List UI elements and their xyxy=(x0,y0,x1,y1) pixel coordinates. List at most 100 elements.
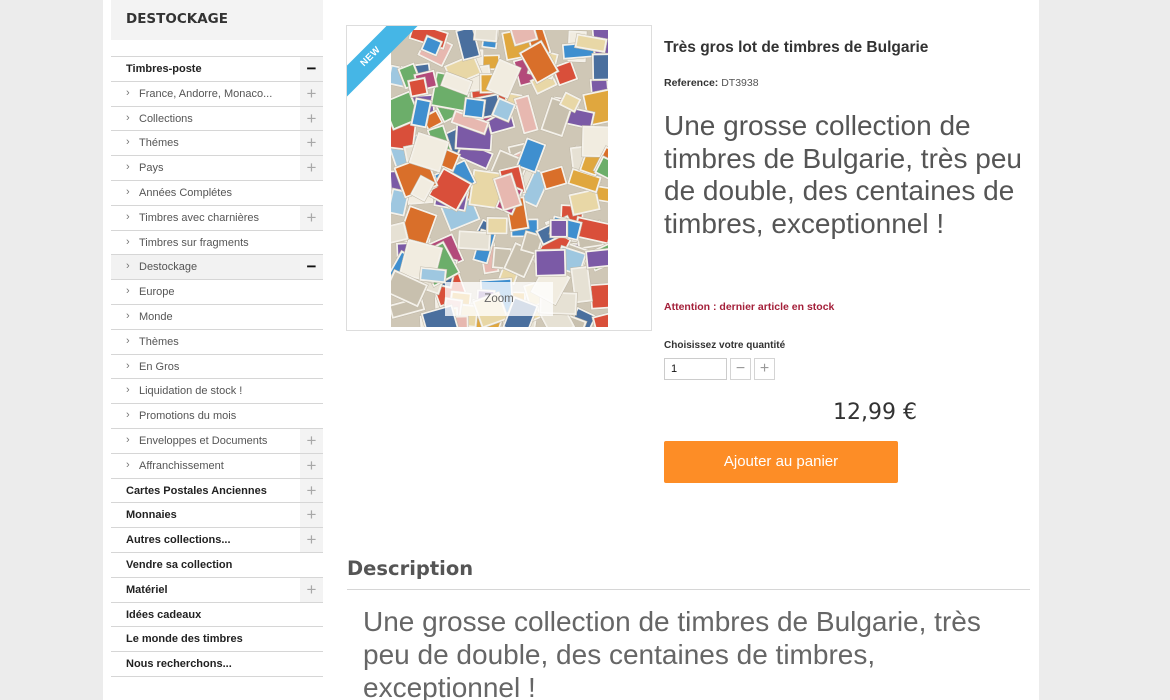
sidebar-item[interactable]: Idées cadeaux xyxy=(111,603,323,628)
sidebar-item[interactable]: › France, Andorre, Monaco... + xyxy=(111,81,323,107)
product-title: Très gros lot de timbres de Bulgarie xyxy=(664,39,929,56)
chevron-right-icon: › xyxy=(126,86,130,99)
sidebar-item-label: Affranchissement xyxy=(139,459,224,472)
category-menu: Timbres-poste − › France, Andorre, Monaco..… xyxy=(111,56,323,677)
sidebar-item-label: Idées cadeaux xyxy=(126,608,202,621)
stock-warning: Attention : dernier article en stock xyxy=(664,301,835,313)
sidebar-item[interactable]: Autres collections... + xyxy=(111,528,323,553)
description-heading: Description xyxy=(347,557,474,580)
expand-icon[interactable]: + xyxy=(300,453,323,478)
expand-icon[interactable]: + xyxy=(300,81,323,106)
expand-icon[interactable]: + xyxy=(300,503,323,528)
expand-icon[interactable]: + xyxy=(300,428,323,453)
sidebar-item-label: Autres collections... xyxy=(126,534,231,547)
sidebar-item-label: Enveloppes et Documents xyxy=(139,434,268,447)
chevron-right-icon: › xyxy=(126,260,130,273)
sidebar-item[interactable]: › Europe xyxy=(111,280,323,305)
sidebar-item-label: Destockage xyxy=(139,261,198,274)
chevron-right-icon: › xyxy=(126,136,130,149)
sidebar-item-label: Europe xyxy=(139,286,175,299)
quantity-minus-button[interactable]: − xyxy=(730,358,751,380)
sidebar-item[interactable]: › Promotions du mois xyxy=(111,404,323,429)
sidebar-item[interactable]: › Années Complétes xyxy=(111,181,323,206)
collapse-icon[interactable]: − xyxy=(300,255,323,280)
category-sidebar: DESTOCKAGE Timbres-poste − › France, Andorr… xyxy=(111,0,323,677)
sidebar-item-label: Promotions du mois xyxy=(139,410,237,423)
short-description: Une grosse collection de timbres de Bulg… xyxy=(664,110,1022,239)
product-price: 12,99 € xyxy=(833,400,917,425)
expand-icon[interactable]: + xyxy=(300,205,323,230)
expand-icon[interactable]: + xyxy=(300,478,323,503)
expand-icon[interactable]: + xyxy=(300,577,323,602)
collapse-icon[interactable]: − xyxy=(300,57,323,81)
sidebar-item[interactable]: Nous recherchons... xyxy=(111,652,323,677)
sidebar-item[interactable]: › Timbres sur fragments xyxy=(111,231,323,256)
sidebar-item-label: France, Andorre, Monaco... xyxy=(139,87,273,100)
add-to-cart-button[interactable]: Ajouter au panier xyxy=(664,441,898,483)
reference-value: DT3938 xyxy=(721,77,759,89)
sidebar-item[interactable]: › Thèmes xyxy=(111,330,323,355)
zoom-button[interactable]: Zoom xyxy=(445,282,553,316)
chevron-right-icon: › xyxy=(126,409,130,422)
sidebar-item-label: Liquidation de stock ! xyxy=(139,385,243,398)
sidebar-item[interactable]: › Destockage − xyxy=(111,255,323,281)
sidebar-item[interactable]: › Affranchissement + xyxy=(111,453,323,479)
sidebar-item-label: Thémes xyxy=(139,137,179,150)
chevron-right-icon: › xyxy=(126,235,130,248)
sidebar-item-label: Matériel xyxy=(126,583,168,596)
sidebar-item[interactable]: › Thémes + xyxy=(111,131,323,157)
chevron-right-icon: › xyxy=(126,210,130,223)
chevron-right-icon: › xyxy=(126,185,130,198)
reference-label: Reference: xyxy=(664,77,719,89)
sidebar-item-label: Cartes Postales Anciennes xyxy=(126,484,267,497)
sidebar-item-label: Vendre sa collection xyxy=(126,558,233,571)
expand-icon[interactable]: + xyxy=(300,156,323,180)
chevron-right-icon: › xyxy=(126,309,130,322)
sidebar-item[interactable]: Vendre sa collection xyxy=(111,553,323,578)
sidebar-item-label: Collections xyxy=(139,112,193,125)
sidebar-item[interactable]: Le monde des timbres xyxy=(111,627,323,653)
sidebar-item[interactable]: › En Gros xyxy=(111,355,323,380)
expand-icon[interactable]: + xyxy=(300,528,323,552)
quantity-label: Choisissez votre quantité xyxy=(664,340,786,351)
chevron-right-icon: › xyxy=(126,161,130,174)
sidebar-item[interactable]: › Timbres avec charnières + xyxy=(111,205,323,231)
description-body: Une grosse collection de timbres de Bulg… xyxy=(363,606,981,700)
sidebar-item-label: En Gros xyxy=(139,360,180,373)
sidebar-item[interactable]: Monnaies + xyxy=(111,503,323,529)
sidebar-item[interactable]: › Pays + xyxy=(111,156,323,181)
sidebar-item-label: Le monde des timbres xyxy=(126,633,243,646)
sidebar-item-label: Monde xyxy=(139,310,173,323)
quantity-input[interactable]: 1 xyxy=(664,358,727,380)
sidebar-item[interactable]: › Collections + xyxy=(111,106,323,132)
chevron-right-icon: › xyxy=(126,111,130,124)
sidebar-item[interactable]: Matériel + xyxy=(111,577,323,603)
sidebar-item-label: Pays xyxy=(139,162,164,175)
sidebar-item[interactable]: Timbres-poste − xyxy=(111,57,323,82)
sidebar-item-label: Monnaies xyxy=(126,509,177,522)
sidebar-item-label: Nous recherchons... xyxy=(126,658,232,671)
chevron-right-icon: › xyxy=(126,359,130,372)
sidebar-item-label: Timbres avec charnières xyxy=(139,211,260,224)
sidebar-item[interactable]: › Enveloppes et Documents + xyxy=(111,428,323,454)
expand-icon[interactable]: + xyxy=(300,131,323,156)
product-image-frame[interactable]: NEW Zoom xyxy=(346,25,652,331)
chevron-right-icon: › xyxy=(126,334,130,347)
expand-icon[interactable]: + xyxy=(300,106,323,131)
product-reference: Reference: DT3938 xyxy=(664,77,759,89)
sidebar-item-label: Années Complétes xyxy=(139,186,232,199)
sidebar-item[interactable]: › Monde xyxy=(111,305,323,330)
sidebar-item-label: Timbres sur fragments xyxy=(139,236,249,249)
sidebar-heading: DESTOCKAGE xyxy=(111,0,323,40)
sidebar-item[interactable]: Cartes Postales Anciennes + xyxy=(111,478,323,504)
description-divider xyxy=(347,589,1030,590)
chevron-right-icon: › xyxy=(126,384,130,397)
chevron-right-icon: › xyxy=(126,433,130,446)
chevron-right-icon: › xyxy=(126,458,130,471)
quantity-plus-button[interactable]: + xyxy=(754,358,775,380)
page: DESTOCKAGE Timbres-poste − › France, Andorr… xyxy=(103,0,1039,700)
sidebar-item-label: Timbres-poste xyxy=(126,63,202,75)
sidebar-item[interactable]: › Liquidation de stock ! xyxy=(111,379,323,405)
sidebar-item-label: Thèmes xyxy=(139,335,179,348)
chevron-right-icon: › xyxy=(126,285,130,298)
